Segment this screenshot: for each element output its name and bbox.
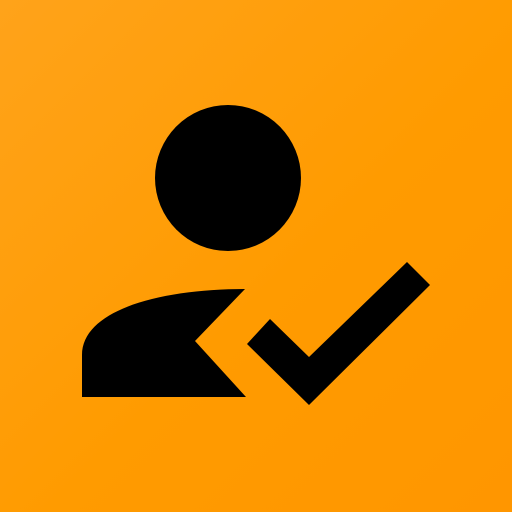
checkmark-shape: [247, 262, 430, 405]
icon-tile: [0, 0, 512, 512]
user-check-icon: [82, 105, 430, 405]
user-head-shape: [155, 105, 301, 251]
user-body-shape: [82, 289, 246, 397]
